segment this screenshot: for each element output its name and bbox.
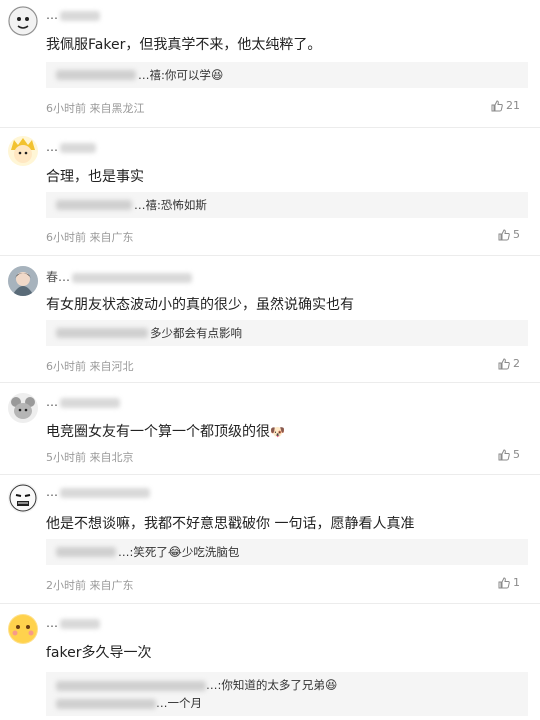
username[interactable]: …	[46, 616, 100, 630]
comment-meta: 6小时前 来自黑龙江	[46, 102, 145, 115]
thumbs-up-icon	[498, 228, 510, 240]
like-count: 2	[513, 357, 520, 370]
comment-meta: 5小时前 来自北京	[46, 451, 134, 464]
laughing-emoji-icon: 😂	[167, 545, 182, 559]
reply-text: 多少都会有点影响	[150, 326, 242, 340]
comment-item: … 电竞圈女友有一个算一个都顶级的很🐶 5小时前 来自北京 5	[0, 383, 540, 475]
avatar[interactable]	[8, 266, 38, 296]
comment-text: 合理，也是事实	[46, 169, 144, 185]
like-button[interactable]: 5	[498, 448, 520, 461]
comment-item: … 我佩服Faker，但我真学不来，他太纯粹了。 …禧:你可以学 😆 6小时前 …	[0, 0, 540, 128]
like-button[interactable]: 5	[498, 228, 520, 241]
like-button[interactable]: 1	[498, 576, 520, 589]
emoji-face-avatar-icon	[9, 615, 37, 643]
reply-preview[interactable]: …禧:你可以学 😆	[46, 62, 528, 88]
reply-preview[interactable]: …:你知道的太多了兄弟😆 …一个月	[46, 672, 528, 716]
avatar[interactable]	[8, 483, 38, 513]
reply-preview[interactable]: …禧:恐怖如斯	[46, 192, 528, 218]
comment-meta: 2小时前 来自广东	[46, 579, 134, 592]
comment-text: 我佩服Faker，但我真学不来，他太纯粹了。	[46, 37, 322, 53]
reply-line-2: …一个月	[56, 694, 518, 712]
comment-text: 他是不想谈嘛，我都不好意思戳破你 一句话，愿静看人真准	[46, 516, 415, 532]
cartoon-face-icon	[8, 6, 38, 36]
like-count: 21	[506, 99, 520, 112]
reply-text: …禧:你可以学	[138, 68, 211, 82]
like-button[interactable]: 2	[498, 357, 520, 370]
comment-text: 电竞圈女友有一个算一个都顶级的很🐶	[46, 424, 285, 440]
avatar[interactable]	[8, 136, 38, 166]
reply-text-continued: 少吃洗脑包	[181, 545, 240, 559]
avatar[interactable]	[8, 393, 38, 423]
comment-item: … faker多久导一次 …:你知道的太多了兄弟😆 …一个月	[0, 604, 540, 720]
avatar[interactable]	[8, 6, 38, 36]
reply-preview[interactable]: …:笑死了 😂 少吃洗脑包	[46, 539, 528, 565]
comment-item: 春… 有女朋友状态波动小的真的很少，虽然说确实也有 多少都会有点影响 6小时前 …	[0, 256, 540, 383]
thumbs-up-icon	[498, 357, 510, 369]
like-button[interactable]: 21	[491, 99, 520, 112]
dog-emoji-icon: 🐶	[270, 425, 285, 439]
comment-meta: 6小时前 来自河北	[46, 360, 134, 373]
meme-face-avatar-icon	[9, 484, 37, 512]
comment-meta: 6小时前 来自广东	[46, 231, 134, 244]
comment-item: … 他是不想谈嘛，我都不好意思戳破你 一句话，愿静看人真准 …:笑死了 😂 少吃…	[0, 475, 540, 604]
avatar[interactable]	[8, 614, 38, 644]
username[interactable]: …	[46, 140, 96, 154]
reply-preview[interactable]: 多少都会有点影响	[46, 320, 528, 346]
comment-text: faker多久导一次	[46, 645, 152, 661]
like-count: 5	[513, 448, 520, 461]
thumbs-up-icon	[491, 99, 503, 111]
username[interactable]: …	[46, 8, 100, 22]
username[interactable]: …	[46, 395, 120, 409]
reply-text: …:笑死了	[118, 545, 168, 559]
comment-item: … 合理，也是事实 …禧:恐怖如斯 6小时前 来自广东 5	[0, 128, 540, 256]
reply-line-1: …:你知道的太多了兄弟😆	[56, 676, 518, 694]
mouse-avatar-icon	[11, 397, 35, 419]
like-count: 5	[513, 228, 520, 241]
thumbs-up-icon	[498, 448, 510, 460]
username[interactable]: …	[46, 485, 150, 499]
username[interactable]: 春…	[46, 268, 193, 285]
thumbs-up-icon	[498, 576, 510, 588]
laughing-emoji-icon: 😆	[210, 68, 224, 82]
like-count: 1	[513, 576, 520, 589]
reply-text: …禧:恐怖如斯	[134, 198, 207, 212]
laughing-emoji-icon: 😆	[324, 678, 338, 692]
comment-text: 有女朋友状态波动小的真的很少，虽然说确实也有	[46, 297, 354, 313]
anime-avatar-icon	[8, 266, 38, 296]
yellow-hair-avatar-icon	[11, 138, 35, 163]
